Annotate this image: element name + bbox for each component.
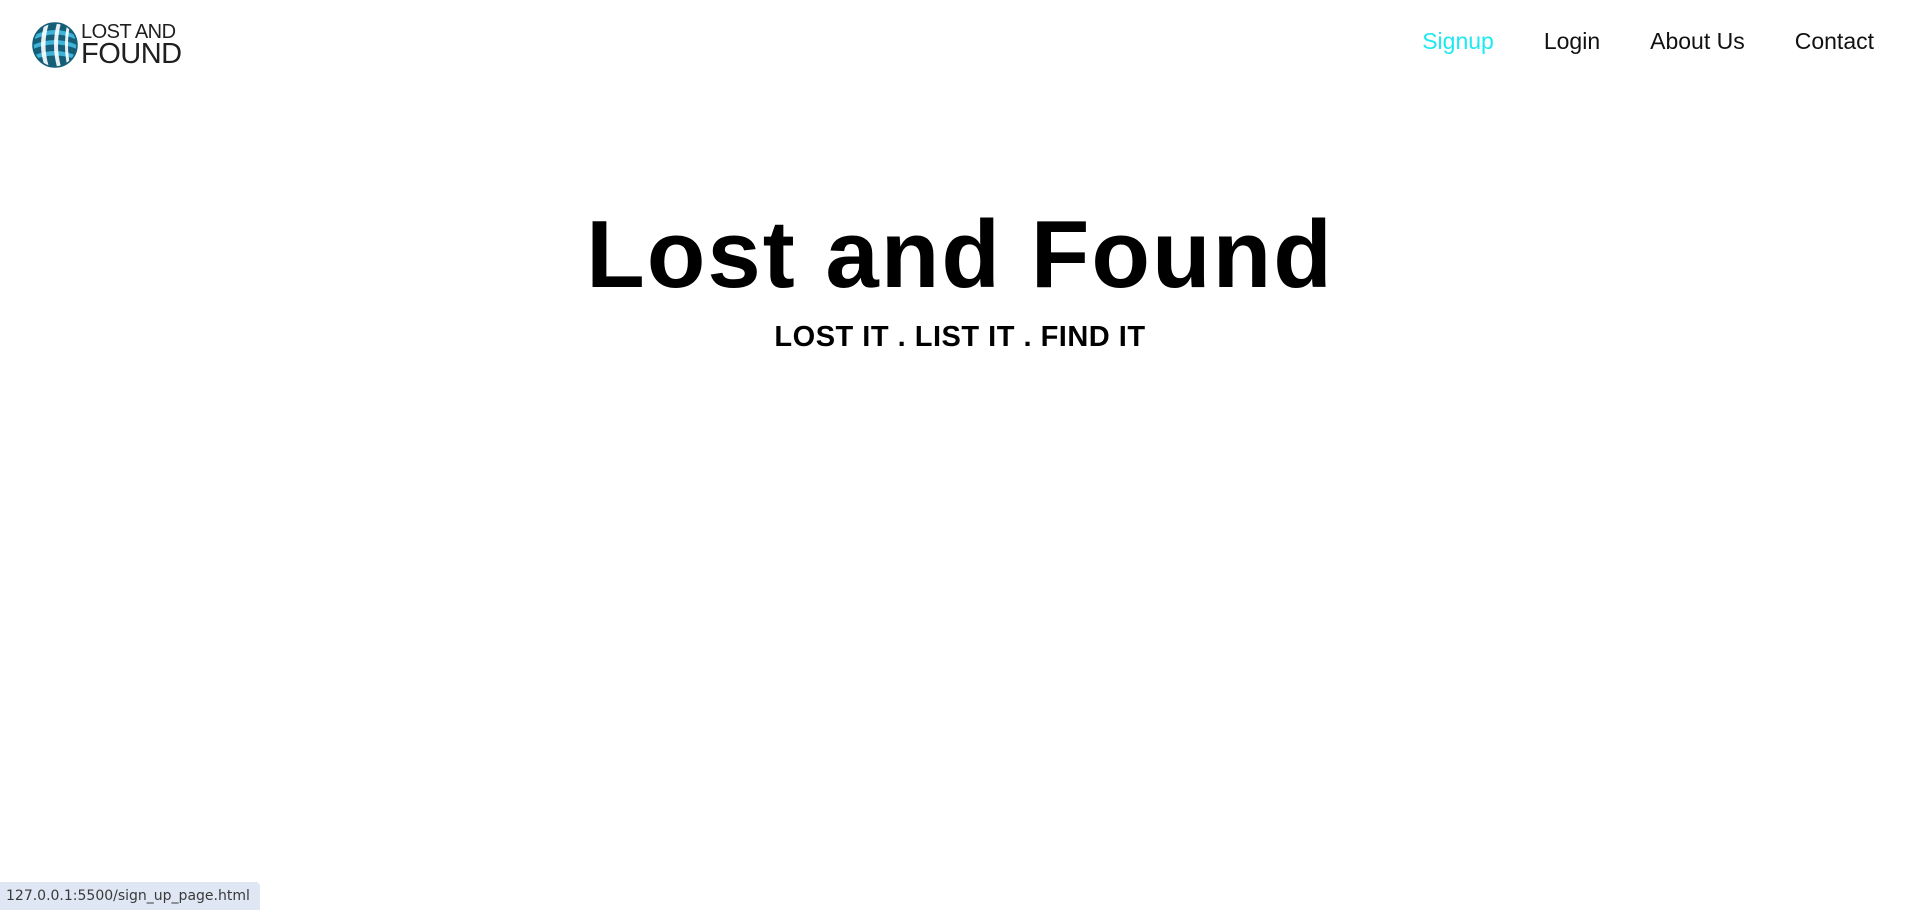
logo-line-2: FOUND xyxy=(81,38,182,70)
link-preview-status-bar: 127.0.0.1:5500/sign_up_page.html xyxy=(0,882,260,910)
nav-login-link[interactable]: Login xyxy=(1544,28,1600,55)
nav-about-us-link[interactable]: About Us xyxy=(1650,28,1745,55)
nav-signup-link[interactable]: Signup xyxy=(1422,28,1494,55)
page-title: Lost and Found xyxy=(586,201,1334,308)
globe-icon xyxy=(32,21,78,68)
site-logo[interactable]: LOST AND FOUND xyxy=(31,20,182,69)
page-tagline: LOST IT . LIST IT . FIND IT xyxy=(774,321,1146,353)
page: LOST AND FOUND Signup Login About Us Con… xyxy=(0,0,1920,910)
nav-contact-link[interactable]: Contact xyxy=(1795,28,1874,55)
site-header: LOST AND FOUND Signup Login About Us Con… xyxy=(0,0,1920,88)
logo-wordmark: LOST AND FOUND xyxy=(81,20,182,69)
main-nav: Signup Login About Us Contact xyxy=(1372,28,1874,55)
hero-section: Lost and Found LOST IT . LIST IT . FIND … xyxy=(0,200,1920,354)
